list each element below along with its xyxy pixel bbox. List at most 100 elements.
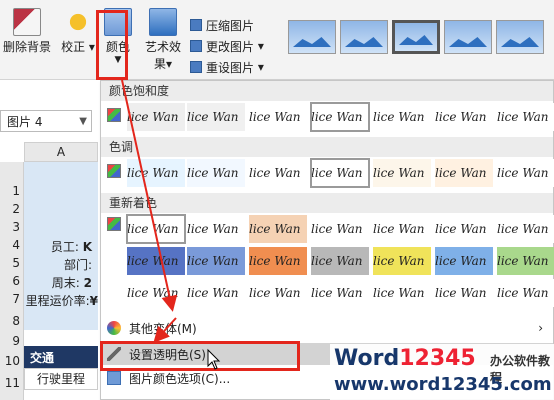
reset-picture-button[interactable]: 重设图片 ▾ (190, 58, 264, 76)
row-header[interactable]: 10 (0, 354, 24, 368)
reset-picture-icon (190, 61, 202, 73)
row-header[interactable]: 11 (0, 376, 24, 390)
color-variant-tile[interactable]: lice Wan (497, 215, 554, 243)
color-variant-tile[interactable]: lice Wan (310, 102, 370, 132)
reset-picture-label: 重设图片 (206, 60, 255, 75)
color-variant-tile[interactable]: lice Wan (127, 103, 185, 131)
recolor-section-title: 重新着色 (101, 193, 553, 213)
column-a-label: A (56, 145, 66, 159)
color-variant-tile[interactable]: lice Wan (187, 103, 245, 131)
color-wheel-icon (107, 321, 121, 335)
row-header[interactable]: 5 (0, 256, 24, 270)
row-header[interactable]: 2 (0, 202, 24, 216)
more-variants-label: 其他变体(M) (129, 321, 197, 336)
picture-style-thumb[interactable] (288, 20, 336, 54)
name-box[interactable]: 图片 4 ▼ (0, 110, 92, 132)
color-variant-tile[interactable]: lice Wan (373, 159, 431, 187)
change-picture-label: 更改图片 (206, 39, 255, 54)
chevron-down-icon: ▼ (79, 116, 87, 127)
picture-color-options-icon (107, 371, 121, 385)
week-end-label: 周末: 2 (51, 276, 92, 290)
column-header-a[interactable]: A (24, 142, 98, 162)
color-variant-tile[interactable]: lice Wan (187, 159, 245, 187)
saturation-row-icon (107, 108, 121, 122)
name-box-value: 图片 4 (7, 114, 43, 129)
artistic-effects-button[interactable]: 艺术效果▾ (140, 4, 186, 72)
picture-style-thumb[interactable] (340, 20, 388, 54)
color-variant-tile[interactable]: lice Wan (435, 279, 493, 307)
color-variant-tile[interactable]: lice Wan (187, 279, 245, 307)
watermark: Word12345 办公软件教程 www.word12345.com (330, 344, 554, 400)
picture-style-thumb[interactable] (392, 20, 440, 54)
employee-info-block: 员工: K 部门: 周末: 2 里程运价率:¥ (24, 162, 98, 330)
employee-label: 员工: K (50, 240, 92, 254)
department-label: 部门: (63, 258, 92, 272)
artistic-effects-label: 艺术效果▾ (144, 40, 181, 71)
color-variant-tile[interactable]: lice Wan (127, 279, 185, 307)
color-variant-tile[interactable]: lice Wan (497, 159, 554, 187)
change-picture-icon (190, 40, 202, 52)
sun-icon (64, 8, 92, 36)
row-header[interactable]: 3 (0, 220, 24, 234)
row-header[interactable]: 1 (0, 184, 24, 198)
color-variant-tile[interactable]: lice Wan (435, 159, 493, 187)
color-variant-tile[interactable]: lice Wan (249, 279, 307, 307)
corrections-label: 校正 ▾ (61, 40, 95, 54)
color-variant-tile[interactable]: lice Wan (435, 247, 493, 275)
compress-label: 压缩图片 (206, 18, 255, 33)
row-header[interactable]: 8 (0, 314, 24, 328)
screenshot-root: 删除背景 校正 ▾ 颜色 ▼ 艺术效果▾ 压缩图片 更改图片 ▾ 重设图片 ▾ (0, 0, 554, 400)
color-variant-tile[interactable]: lice Wan (311, 247, 369, 275)
color-variant-tile[interactable]: lice Wan (249, 103, 307, 131)
color-variant-tile[interactable]: lice Wan (497, 103, 554, 131)
artistic-effects-icon (149, 8, 177, 36)
color-variant-tile[interactable]: lice Wan (249, 215, 307, 243)
row-header[interactable]: 4 (0, 238, 24, 252)
remove-background-icon (13, 8, 41, 36)
remove-background-button[interactable]: 删除背景 (0, 4, 54, 55)
color-variant-tile[interactable]: lice Wan (311, 279, 369, 307)
color-variant-tile[interactable]: lice Wan (249, 247, 307, 275)
color-variant-tile[interactable]: lice Wan (127, 247, 185, 275)
color-variant-tile[interactable]: lice Wan (310, 158, 370, 188)
compress-icon (190, 19, 202, 31)
compress-pictures-button[interactable]: 压缩图片 (190, 16, 254, 34)
trip-mileage-cell[interactable]: 行驶里程 (24, 368, 98, 390)
row-header[interactable]: 6 (0, 274, 24, 288)
corrections-button[interactable]: 校正 ▾ (60, 4, 96, 55)
color-variant-tile[interactable]: lice Wan (249, 159, 307, 187)
color-variant-tile[interactable]: lice Wan (127, 159, 185, 187)
color-variant-tile[interactable]: lice Wan (126, 214, 186, 244)
color-variant-tile[interactable]: lice Wan (497, 247, 554, 275)
set-transparent-highlight (100, 341, 300, 371)
picture-color-options-label: 图片颜色选项(C)... (129, 371, 231, 386)
color-saturation-section-title: 颜色饱和度 (101, 81, 553, 101)
transport-header-cell[interactable]: 交通 (24, 346, 98, 368)
watermark-brand: Word12345 (334, 346, 476, 371)
recolor-row-icon (107, 217, 121, 231)
picture-style-thumb[interactable] (496, 20, 544, 54)
remove-background-label: 删除背景 (2, 40, 51, 54)
mileage-rate-label: 里程运价率:¥ (25, 294, 98, 308)
row-headers: 1 2 3 4 5 6 7 8 9 10 11 (0, 162, 24, 400)
row-header[interactable]: 9 (0, 334, 24, 348)
tone-row-icon (107, 164, 121, 178)
color-variant-tile[interactable]: lice Wan (187, 215, 245, 243)
row-header[interactable]: 7 (0, 292, 24, 306)
color-variant-tile[interactable]: lice Wan (435, 103, 493, 131)
color-variant-tile[interactable]: lice Wan (373, 247, 431, 275)
color-tone-section-title: 色调 (101, 137, 553, 157)
color-button-highlight (96, 10, 128, 80)
color-variant-tile[interactable]: lice Wan (311, 215, 369, 243)
color-variant-tile[interactable]: lice Wan (373, 215, 431, 243)
more-variants-menu-item[interactable]: 其他变体(M) › (101, 317, 553, 339)
color-variant-tile[interactable]: lice Wan (435, 215, 493, 243)
change-picture-button[interactable]: 更改图片 ▾ (190, 37, 264, 55)
color-variant-tile[interactable]: lice Wan (497, 279, 554, 307)
color-variant-tile[interactable]: lice Wan (373, 279, 431, 307)
chevron-right-icon: › (538, 321, 543, 335)
watermark-url: www.word12345.com (334, 374, 552, 395)
color-variant-tile[interactable]: lice Wan (373, 103, 431, 131)
picture-style-thumb[interactable] (444, 20, 492, 54)
color-variant-tile[interactable]: lice Wan (187, 247, 245, 275)
